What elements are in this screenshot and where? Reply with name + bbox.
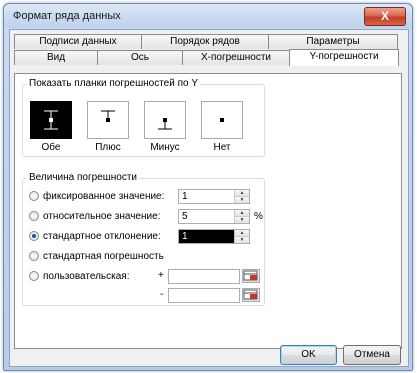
stdev-input[interactable] bbox=[179, 230, 234, 243]
display-plus-option[interactable] bbox=[87, 101, 129, 139]
custom-plus-sign: + bbox=[158, 270, 164, 281]
percentage-radio[interactable] bbox=[29, 211, 39, 221]
custom-plus-range-button[interactable] bbox=[242, 269, 260, 283]
fixed-value-spinner[interactable]: ▲ ▼ bbox=[178, 189, 250, 204]
range-select-icon bbox=[243, 289, 258, 300]
display-group-title: Показать планки погрешностей по Y bbox=[27, 78, 201, 89]
tab-panel-y-error-bars: Показать планки погрешностей по Y Обе Пл… bbox=[14, 73, 402, 349]
display-minus-label: Минус bbox=[150, 142, 180, 153]
fixed-value-label: фиксированное значение: bbox=[43, 190, 165, 202]
cancel-button[interactable]: Отмена bbox=[343, 345, 401, 365]
fixed-value-radio[interactable] bbox=[29, 191, 39, 201]
fixed-value-option[interactable]: фиксированное значение: bbox=[29, 189, 164, 203]
custom-minus-range-button[interactable] bbox=[242, 288, 260, 302]
tab-data-labels[interactable]: Подписи данных bbox=[14, 34, 142, 49]
spin-down-icon[interactable]: ▼ bbox=[235, 196, 249, 203]
error-bar-plus-icon bbox=[101, 110, 115, 122]
ok-button[interactable]: OK bbox=[280, 345, 337, 365]
dialog-title: Формат ряда данных bbox=[13, 10, 121, 22]
tab-axis[interactable]: Ось bbox=[97, 50, 183, 65]
custom-radio[interactable] bbox=[29, 271, 39, 281]
stdev-option[interactable]: стандартное отклонение: bbox=[29, 229, 161, 243]
range-select-icon bbox=[243, 270, 258, 281]
display-none-option[interactable] bbox=[201, 101, 243, 139]
tab-row-front: Вид Ось Х-погрешности Y-погрешности bbox=[14, 49, 399, 66]
custom-label: пользовательская: bbox=[43, 270, 130, 282]
spin-down-icon[interactable]: ▼ bbox=[235, 216, 249, 223]
percentage-spin-buttons: ▲ ▼ bbox=[234, 210, 249, 223]
close-button[interactable]: X bbox=[364, 7, 406, 26]
percentage-label: относительное значение: bbox=[43, 210, 161, 222]
error-amount-group: Величина погрешности фиксированное значе… bbox=[22, 172, 265, 306]
title-bar[interactable]: Формат ряда данных X bbox=[4, 4, 412, 28]
fixed-value-spin-buttons: ▲ ▼ bbox=[234, 190, 249, 203]
tab-y-error-bars[interactable]: Y-погрешности bbox=[289, 49, 399, 66]
stdev-radio[interactable] bbox=[29, 231, 39, 241]
display-plus-label: Плюс bbox=[95, 142, 121, 153]
sterr-radio[interactable] bbox=[29, 251, 39, 261]
stdev-spin-buttons: ▲ ▼ bbox=[234, 230, 249, 243]
display-minus-option[interactable] bbox=[144, 101, 186, 139]
stdev-label: стандартное отклонение: bbox=[43, 230, 161, 242]
display-group: Показать планки погрешностей по Y Обе Пл… bbox=[22, 78, 265, 157]
tab-series-order[interactable]: Порядок рядов bbox=[141, 34, 269, 49]
percent-unit: % bbox=[254, 211, 263, 222]
custom-minus-sign: - bbox=[160, 289, 164, 300]
error-bar-minus-icon bbox=[158, 118, 172, 130]
percentage-spinner[interactable]: ▲ ▼ bbox=[178, 209, 250, 224]
fixed-value-input[interactable] bbox=[179, 190, 234, 203]
percentage-input[interactable] bbox=[179, 210, 234, 223]
error-bar-none-icon bbox=[220, 118, 224, 122]
custom-plus-field[interactable] bbox=[168, 269, 240, 284]
display-both-label: Обе bbox=[41, 142, 61, 153]
sterr-option[interactable]: стандартная погрешность bbox=[29, 249, 164, 263]
custom-option[interactable]: пользовательская: bbox=[29, 269, 129, 283]
dialog-body: Подписи данных Порядок рядов Параметры В… bbox=[9, 29, 409, 367]
error-amount-title: Величина погрешности bbox=[27, 172, 139, 183]
tab-row-back: Подписи данных Порядок рядов Параметры bbox=[14, 34, 398, 50]
spin-down-icon[interactable]: ▼ bbox=[235, 236, 249, 243]
sterr-label: стандартная погрешность bbox=[43, 250, 164, 262]
stdev-spinner[interactable]: ▲ ▼ bbox=[178, 229, 250, 244]
display-both-option[interactable] bbox=[30, 101, 72, 139]
percentage-option[interactable]: относительное значение: bbox=[29, 209, 160, 223]
display-none-label: Нет bbox=[213, 142, 231, 153]
error-bar-both-icon bbox=[44, 110, 58, 130]
tab-options[interactable]: Параметры bbox=[268, 34, 398, 49]
custom-minus-field[interactable] bbox=[168, 288, 240, 303]
dialog-window: Формат ряда данных X Подписи данных Поря… bbox=[3, 3, 413, 371]
tab-view[interactable]: Вид bbox=[14, 50, 98, 65]
tab-x-error-bars[interactable]: Х-погрешности bbox=[182, 50, 290, 65]
